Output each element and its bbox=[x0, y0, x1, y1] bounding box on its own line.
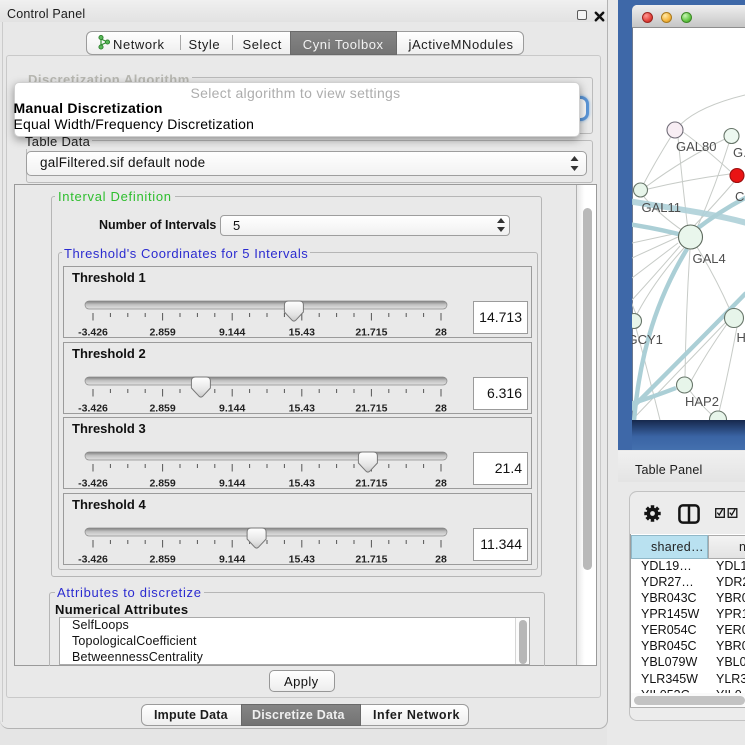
svg-text:HAP2: HAP2 bbox=[685, 394, 719, 409]
svg-text:GAL11: GAL11 bbox=[642, 200, 682, 215]
svg-text:21.715: 21.715 bbox=[355, 402, 387, 414]
svg-text:21.715: 21.715 bbox=[355, 553, 387, 565]
svg-text:2.859: 2.859 bbox=[149, 402, 175, 414]
svg-text:GAL80: GAL80 bbox=[676, 139, 716, 154]
svg-text:-3.426: -3.426 bbox=[78, 478, 108, 490]
svg-text:-3.426: -3.426 bbox=[78, 402, 108, 414]
svg-text:2.859: 2.859 bbox=[149, 553, 175, 565]
svg-text:9.144: 9.144 bbox=[219, 402, 245, 414]
svg-text:28: 28 bbox=[435, 402, 447, 414]
svg-text:-3.426: -3.426 bbox=[78, 327, 108, 339]
svg-text:15.43: 15.43 bbox=[289, 478, 315, 490]
svg-text:2.859: 2.859 bbox=[149, 327, 175, 339]
svg-text:GCY1: GCY1 bbox=[632, 332, 663, 347]
svg-text:28: 28 bbox=[435, 478, 447, 490]
svg-text:15.43: 15.43 bbox=[289, 327, 315, 339]
svg-text:C: C bbox=[735, 189, 744, 204]
svg-text:GAL4: GAL4 bbox=[693, 251, 726, 266]
svg-text:2.859: 2.859 bbox=[149, 478, 175, 490]
svg-text:9.144: 9.144 bbox=[219, 553, 245, 565]
svg-text:28: 28 bbox=[435, 553, 447, 565]
svg-text:21.715: 21.715 bbox=[355, 327, 387, 339]
svg-text:-3.426: -3.426 bbox=[78, 553, 108, 565]
svg-text:15.43: 15.43 bbox=[289, 553, 315, 565]
svg-text:15.43: 15.43 bbox=[289, 402, 315, 414]
svg-text:G.: G. bbox=[733, 145, 745, 160]
svg-text:9.144: 9.144 bbox=[219, 327, 245, 339]
svg-text:28: 28 bbox=[435, 327, 447, 339]
svg-text:H: H bbox=[737, 330, 745, 345]
svg-text:21.715: 21.715 bbox=[355, 478, 387, 490]
svg-text:9.144: 9.144 bbox=[219, 478, 245, 490]
